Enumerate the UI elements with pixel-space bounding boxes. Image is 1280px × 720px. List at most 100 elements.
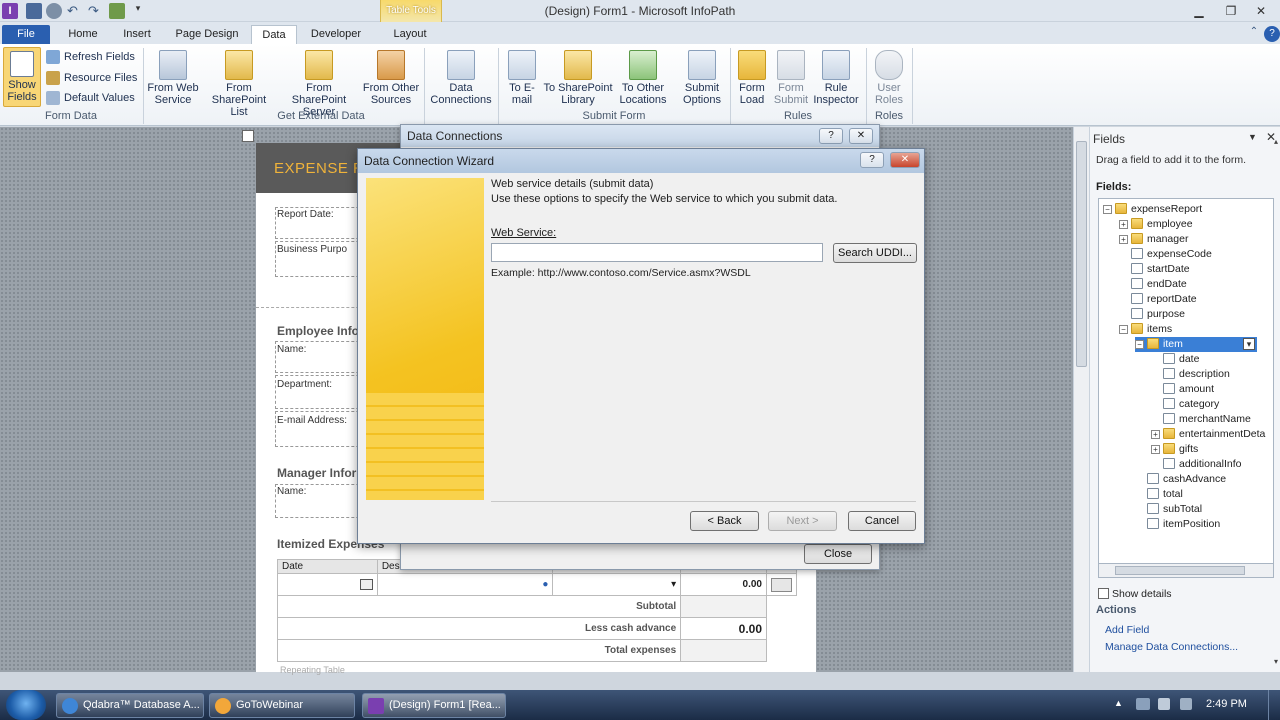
- close-icon[interactable]: ✕: [849, 128, 873, 144]
- calendar-icon[interactable]: [359, 579, 373, 590]
- restore-button[interactable]: ❐: [1218, 2, 1244, 20]
- network-icon[interactable]: [1136, 698, 1150, 710]
- field-dropdown-icon[interactable]: ▾: [1243, 338, 1255, 350]
- expander-icon[interactable]: +: [1119, 235, 1128, 244]
- field-tree-item[interactable]: itemPosition: [1135, 517, 1220, 532]
- form-submit-button[interactable]: Form Submit: [772, 50, 810, 106]
- expander-icon[interactable]: +: [1151, 430, 1160, 439]
- expander-icon[interactable]: +: [1119, 220, 1128, 229]
- show-fields-button[interactable]: Show Fields: [3, 47, 41, 107]
- tab-page-design[interactable]: Page Design: [168, 25, 246, 44]
- field-tree-item[interactable]: amount: [1151, 382, 1214, 397]
- tree-scroll-thumb[interactable]: [1115, 566, 1245, 575]
- help-icon[interactable]: ?: [1264, 26, 1280, 42]
- field-tree-item[interactable]: + entertainmentDeta: [1151, 427, 1265, 442]
- field-tree-item[interactable]: startDate: [1119, 262, 1190, 277]
- tree-hscrollbar[interactable]: [1098, 563, 1274, 578]
- submit-options-button[interactable]: Submit Options: [679, 50, 725, 106]
- field-tree-item[interactable]: + employee: [1119, 217, 1193, 232]
- tab-developer[interactable]: Developer: [303, 25, 369, 44]
- table-select-handle[interactable]: [242, 130, 254, 142]
- field-tree-item[interactable]: merchantName: [1151, 412, 1251, 427]
- pane-scroll-up-icon[interactable]: ▴: [1274, 137, 1278, 146]
- manage-data-connections-link[interactable]: Manage Data Connections...: [1105, 641, 1238, 653]
- field-tree-item[interactable]: description: [1151, 367, 1230, 382]
- to-sharepoint-library-button[interactable]: To SharePoint Library: [543, 50, 613, 106]
- clock[interactable]: 2:49 PM: [1206, 698, 1247, 710]
- resource-files-button[interactable]: Resource Files: [46, 70, 137, 86]
- amount-cell[interactable]: 0.00: [680, 573, 767, 596]
- checkbox-icon[interactable]: [1098, 588, 1109, 599]
- expander-icon[interactable]: −: [1135, 340, 1144, 349]
- category-cell[interactable]: ▾: [552, 573, 682, 596]
- minimize-button[interactable]: ▁: [1186, 2, 1212, 20]
- from-web-service-button[interactable]: From Web Service: [146, 50, 200, 106]
- dropdown-arrow-icon[interactable]: ▾: [671, 579, 676, 590]
- date-cell[interactable]: [277, 573, 378, 596]
- cancel-button[interactable]: Cancel: [848, 511, 916, 531]
- pane-options-icon[interactable]: ▼: [1248, 132, 1257, 142]
- field-tree-item[interactable]: date: [1151, 352, 1199, 367]
- field-tree-item[interactable]: subTotal: [1135, 502, 1202, 517]
- taskbar-item-infopath[interactable]: (Design) Form1 [Rea...: [362, 693, 506, 718]
- pane-scroll-down-icon[interactable]: ▾: [1274, 657, 1278, 666]
- field-tree-item[interactable]: − item ▾: [1135, 337, 1257, 352]
- from-other-sources-button[interactable]: From Other Sources: [362, 50, 420, 106]
- help-icon[interactable]: ?: [860, 152, 884, 168]
- field-tree-item[interactable]: reportDate: [1119, 292, 1197, 307]
- field-tree-item[interactable]: − expenseReport: [1103, 202, 1202, 217]
- field-tree-item[interactable]: additionalInfo: [1151, 457, 1241, 472]
- search-uddi-button[interactable]: Search UDDI...: [833, 243, 917, 263]
- form-load-button[interactable]: Form Load: [734, 50, 770, 106]
- user-roles-button[interactable]: User Roles: [870, 50, 908, 106]
- tab-home[interactable]: Home: [58, 25, 108, 44]
- from-sharepoint-list-button[interactable]: From SharePoint List: [202, 50, 276, 118]
- field-tree-item[interactable]: expenseCode: [1119, 247, 1212, 262]
- tab-insert[interactable]: Insert: [112, 25, 162, 44]
- close-icon[interactable]: ✕: [890, 152, 920, 168]
- close-button[interactable]: Close: [804, 544, 872, 564]
- rule-inspector-button[interactable]: Rule Inspector: [812, 50, 860, 106]
- data-connections-button[interactable]: Data Connections: [428, 50, 494, 106]
- add-field-link[interactable]: Add Field: [1105, 624, 1149, 636]
- start-orb-icon[interactable]: [6, 690, 46, 720]
- to-other-locations-button[interactable]: To Other Locations: [615, 50, 671, 106]
- less-cash-value[interactable]: 0.00: [680, 617, 767, 640]
- back-button[interactable]: < Back: [690, 511, 759, 531]
- web-service-input[interactable]: [491, 243, 823, 262]
- close-window-button[interactable]: ✕: [1248, 2, 1274, 20]
- description-cell[interactable]: ●: [376, 573, 554, 596]
- next-button[interactable]: Next >: [768, 511, 837, 531]
- field-tree-item[interactable]: − items: [1119, 322, 1172, 337]
- field-tree-item[interactable]: total: [1135, 487, 1183, 502]
- expander-icon[interactable]: −: [1119, 325, 1128, 334]
- action-center-icon[interactable]: [1180, 698, 1192, 710]
- field-tree-item[interactable]: endDate: [1119, 277, 1187, 292]
- from-sharepoint-server-button[interactable]: From SharePoint Server: [278, 50, 360, 118]
- field-tree-item[interactable]: category: [1151, 397, 1219, 412]
- field-tree-item[interactable]: + gifts: [1151, 442, 1198, 457]
- field-tree-item[interactable]: cashAdvance: [1135, 472, 1226, 487]
- help-icon[interactable]: ?: [819, 128, 843, 144]
- refresh-fields-button[interactable]: Refresh Fields: [46, 49, 135, 65]
- field-tree-item[interactable]: + manager: [1119, 232, 1188, 247]
- to-email-button[interactable]: To E-mail: [503, 50, 541, 106]
- row-button-cell[interactable]: [766, 573, 797, 596]
- field-tree-item[interactable]: purpose: [1119, 307, 1185, 322]
- taskbar-item-gotowebinar[interactable]: GoToWebinar: [209, 693, 355, 718]
- tray-arrow-icon[interactable]: ▲: [1114, 698, 1123, 708]
- show-desktop-button[interactable]: [1268, 690, 1280, 720]
- tab-data[interactable]: Data: [251, 25, 297, 44]
- taskbar-item-qdabra[interactable]: Qdabra™ Database A...: [56, 693, 204, 718]
- tab-file[interactable]: File: [2, 25, 50, 44]
- collapse-ribbon-icon[interactable]: ⌃: [1246, 26, 1262, 42]
- default-values-button[interactable]: Default Values: [46, 90, 135, 106]
- expander-icon[interactable]: −: [1103, 205, 1112, 214]
- show-details-checkbox[interactable]: Show details: [1098, 588, 1172, 600]
- row-button[interactable]: [771, 577, 792, 592]
- scroll-thumb[interactable]: [1076, 141, 1087, 367]
- expander-icon[interactable]: +: [1151, 445, 1160, 454]
- canvas-scrollbar[interactable]: [1073, 127, 1089, 672]
- volume-icon[interactable]: [1158, 698, 1170, 710]
- tab-layout[interactable]: Layout: [382, 25, 438, 44]
